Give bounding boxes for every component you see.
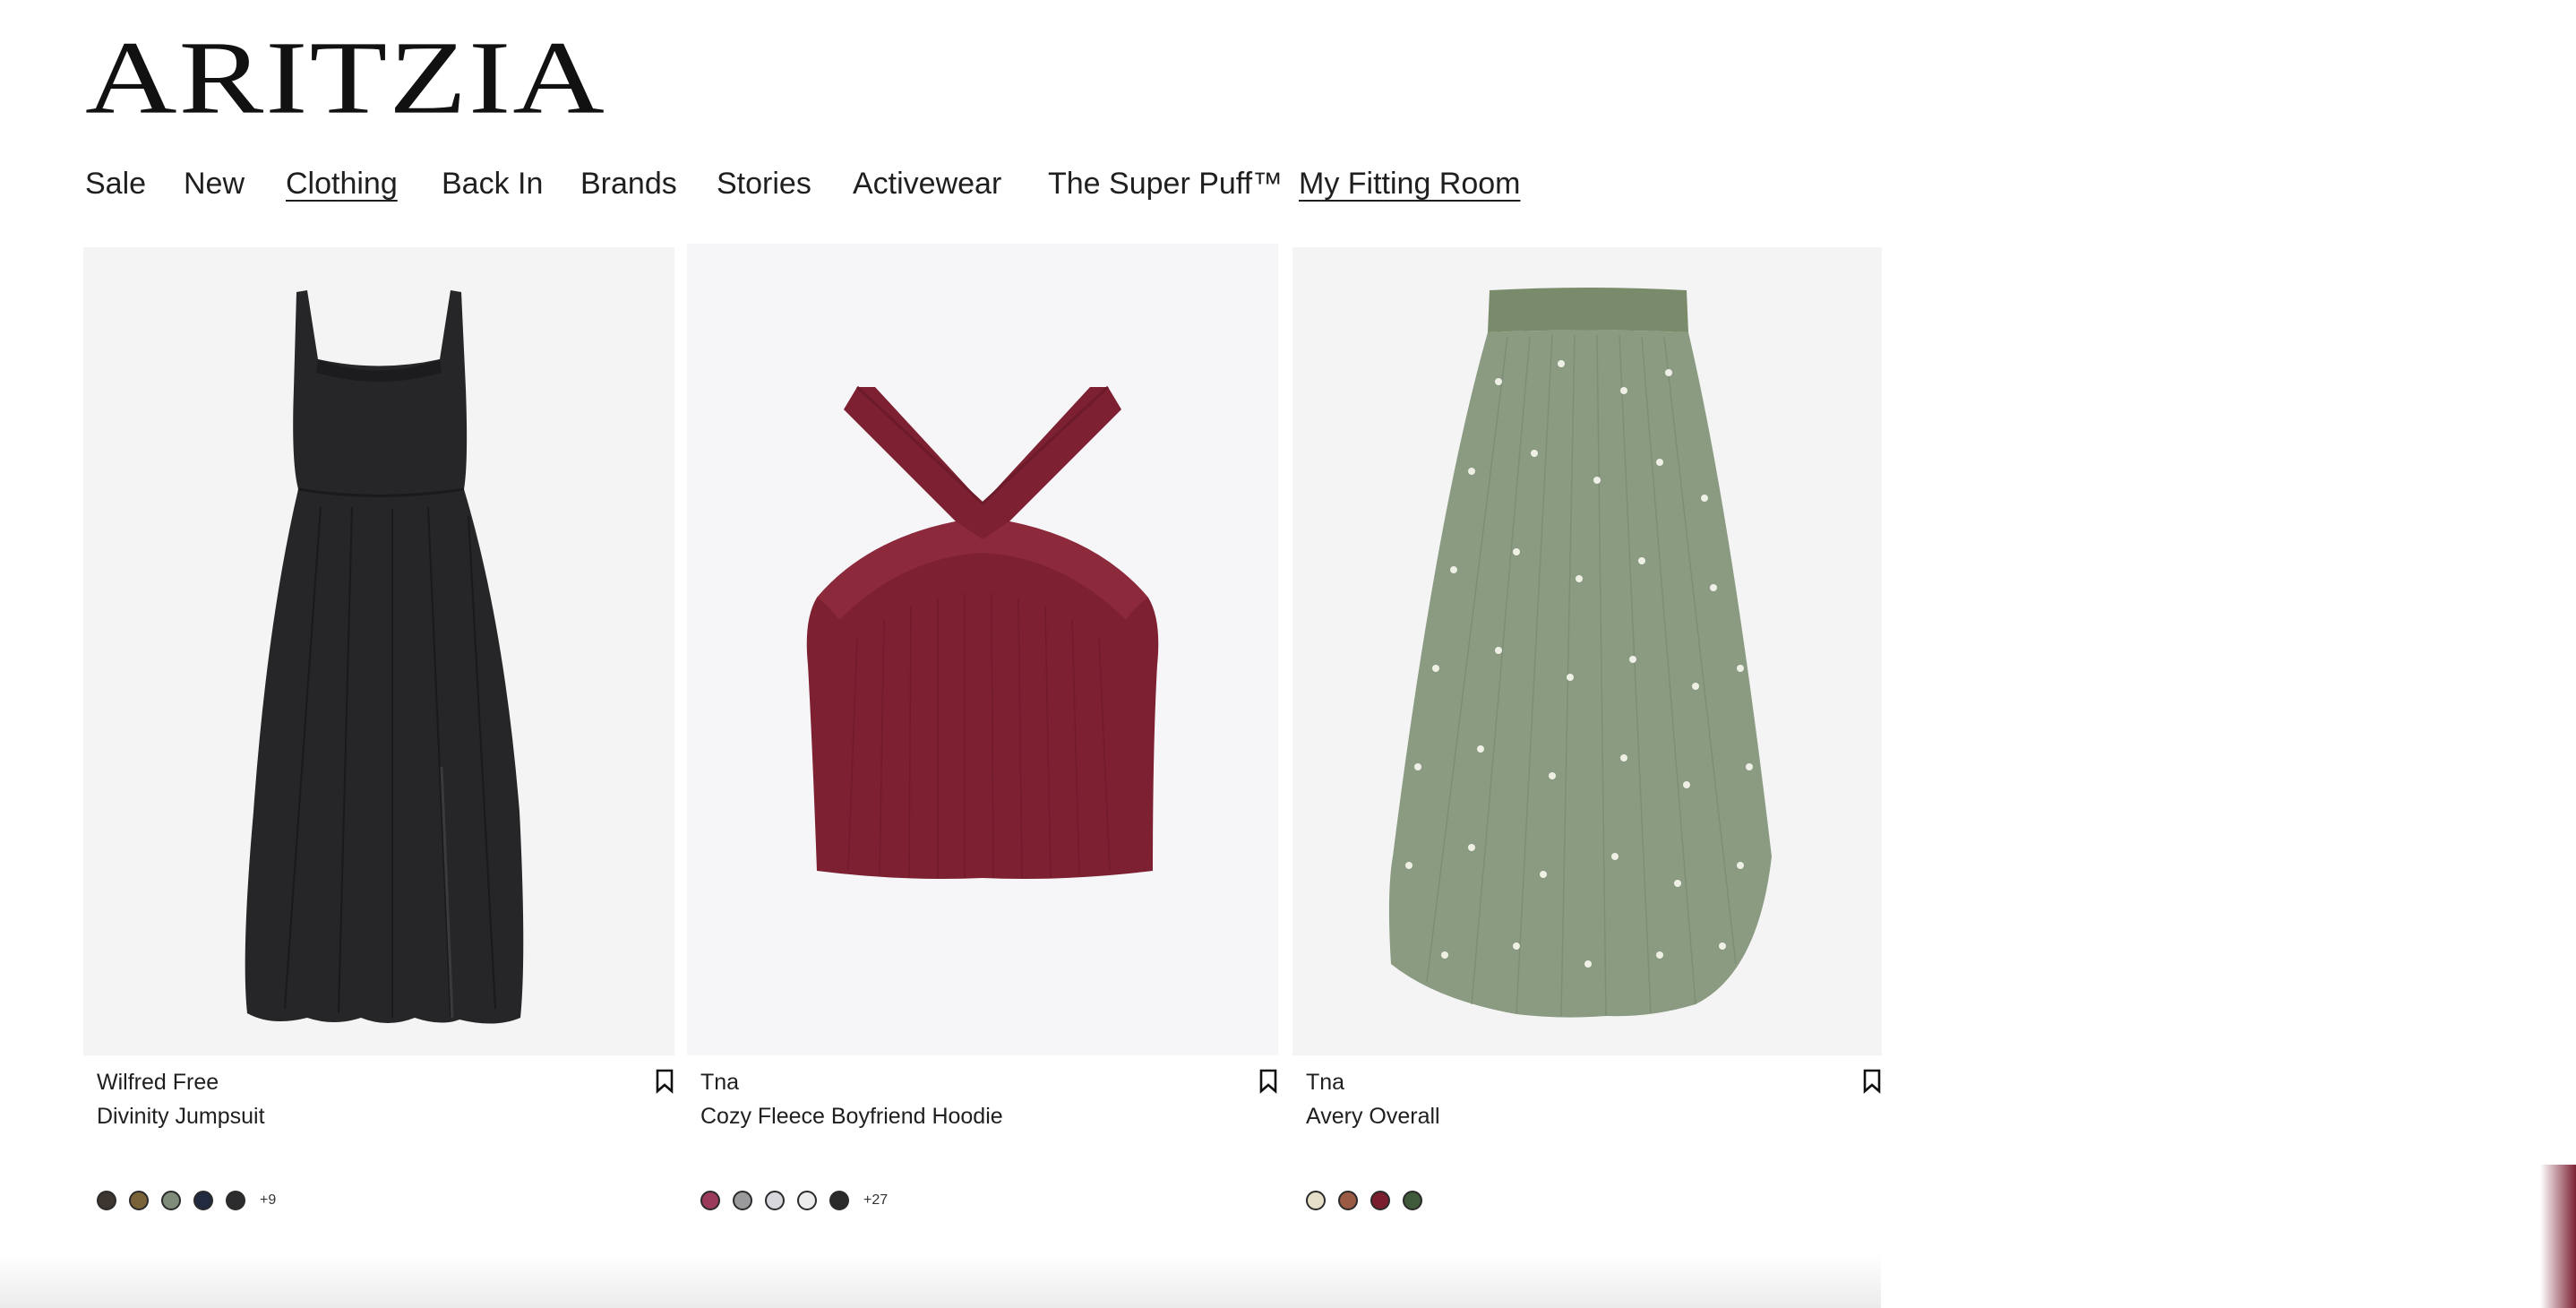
more-colors-count[interactable]: +27 [863, 1192, 888, 1209]
product-brand: Tna [1306, 1070, 1345, 1095]
color-swatch[interactable] [733, 1191, 752, 1210]
color-swatch[interactable] [829, 1191, 849, 1210]
aritzia-logo[interactable]: ARITZIA [85, 25, 606, 129]
bookmark-icon[interactable] [1862, 1069, 1882, 1094]
color-swatches [1306, 1188, 1435, 1213]
product-name[interactable]: Cozy Fleece Boyfriend Hoodie [700, 1104, 1003, 1130]
window-edge [2540, 1165, 2576, 1308]
product-name[interactable]: Divinity Jumpsuit [97, 1104, 265, 1130]
nav-new[interactable]: New [184, 163, 245, 204]
color-swatch[interactable] [1370, 1191, 1390, 1210]
color-swatch[interactable] [797, 1191, 817, 1210]
color-swatch[interactable] [193, 1191, 213, 1210]
color-swatch[interactable] [765, 1191, 785, 1210]
color-swatch[interactable] [161, 1191, 181, 1210]
nav-sale[interactable]: Sale [85, 163, 146, 204]
nav-stories[interactable]: Stories [717, 163, 811, 204]
bookmark-icon[interactable] [655, 1069, 674, 1094]
color-swatch[interactable] [1306, 1191, 1326, 1210]
nav-my-fitting-room[interactable]: My Fitting Room [1299, 163, 1521, 204]
product-image-halter-top[interactable] [687, 244, 1278, 1055]
product-brand: Tna [700, 1070, 740, 1095]
bottom-shadow [0, 1254, 1881, 1308]
color-swatch[interactable] [226, 1191, 245, 1210]
product-card[interactable]: Wilfred Free Divinity Jumpsuit +9 [83, 247, 674, 1308]
bookmark-icon[interactable] [1258, 1069, 1278, 1094]
product-name[interactable]: Avery Overall [1306, 1104, 1440, 1130]
more-colors-count[interactable]: +9 [260, 1192, 276, 1209]
product-image-black-dress[interactable] [83, 247, 674, 1055]
nav-back-in[interactable]: Back In [442, 163, 543, 204]
color-swatch[interactable] [1403, 1191, 1422, 1210]
product-image-floral-skirt[interactable] [1292, 247, 1882, 1055]
nav-super-puff[interactable]: The Super Puff™ [1048, 163, 1283, 204]
nav-brands[interactable]: Brands [580, 163, 677, 204]
color-swatches: +9 [97, 1188, 276, 1213]
color-swatches: +27 [700, 1188, 888, 1213]
product-card[interactable]: Tna Avery Overall [1292, 247, 1882, 1308]
color-swatch[interactable] [1338, 1191, 1358, 1210]
product-card[interactable]: Tna Cozy Fleece Boyfriend Hoodie +27 [687, 244, 1278, 1308]
color-swatch[interactable] [97, 1191, 116, 1210]
nav-clothing[interactable]: Clothing [286, 163, 398, 204]
color-swatch[interactable] [700, 1191, 720, 1210]
color-swatch[interactable] [129, 1191, 149, 1210]
product-brand: Wilfred Free [97, 1070, 219, 1095]
nav-activewear[interactable]: Activewear [853, 163, 1001, 204]
